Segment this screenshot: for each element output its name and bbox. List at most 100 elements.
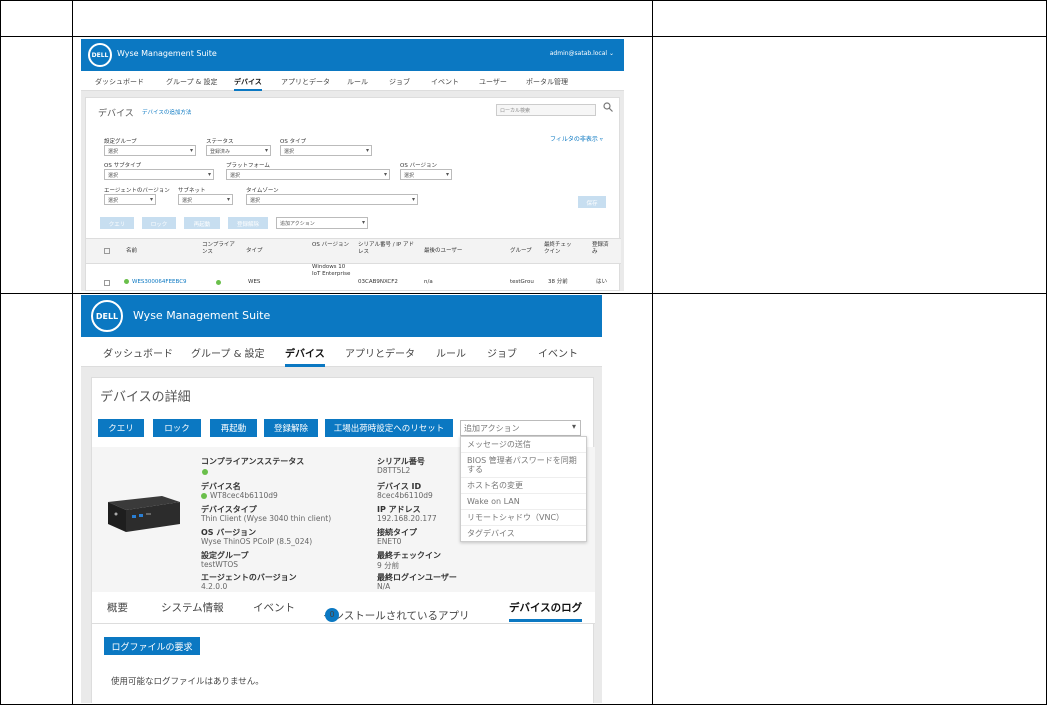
row-registered: はい xyxy=(596,279,608,285)
os-type-select[interactable]: 選択 xyxy=(280,145,372,156)
platform-select[interactable]: 選択 xyxy=(226,169,390,180)
nav-users[interactable]: ユーザー xyxy=(479,77,507,87)
table-border-row1 xyxy=(0,36,1047,37)
menu-item-send-message[interactable]: メッセージの送信 xyxy=(461,437,586,453)
row-group: testGrou xyxy=(510,279,534,285)
os-version-select[interactable]: 選択 xyxy=(400,169,452,180)
nav-events[interactable]: イベント xyxy=(538,345,578,360)
select-all-checkbox[interactable] xyxy=(104,248,110,254)
save-filter-button[interactable]: 保存 xyxy=(578,196,606,208)
nav-rules[interactable]: ルール xyxy=(436,345,466,360)
menu-item-remote-shadow[interactable]: リモートシャドウ（VNC） xyxy=(461,510,586,526)
installed-apps-count-badge: 0 xyxy=(325,608,339,622)
nav-events[interactable]: イベント xyxy=(431,77,459,87)
menu-item-change-hostname[interactable]: ホスト名の変更 xyxy=(461,478,586,494)
nav-jobs[interactable]: ジョブ xyxy=(487,345,517,360)
more-actions-select[interactable]: 追加アクション xyxy=(460,420,581,436)
col-compliance[interactable]: コンプライアンス xyxy=(202,242,236,256)
status-select[interactable]: 登録済み xyxy=(206,145,271,156)
row-os-version: Windows 10 IoT Enterprise xyxy=(312,264,351,277)
config-group-value: testWTOS xyxy=(201,560,239,569)
tab-events[interactable]: イベント xyxy=(253,600,295,615)
device-id-value: 8cec4b6110d9 xyxy=(377,491,433,500)
last-login-value: N/A xyxy=(377,582,391,591)
more-actions-select[interactable]: 追加アクション xyxy=(276,217,368,229)
agent-version-label: エージェントのバージョン xyxy=(104,188,170,194)
config-group-label: 設定グループ xyxy=(104,139,137,145)
restart-button[interactable]: 再起動 xyxy=(184,217,220,229)
restart-button[interactable]: 再起動 xyxy=(210,419,257,437)
timezone-select[interactable]: 選択 xyxy=(246,194,418,205)
row-checkbox[interactable] xyxy=(104,280,110,286)
query-button[interactable]: クエリ xyxy=(100,217,134,229)
thin-client-device-image xyxy=(108,496,180,532)
unregister-button[interactable]: 登録解除 xyxy=(264,419,318,437)
nav-dashboard[interactable]: ダッシュボード xyxy=(95,77,144,87)
col-last-user[interactable]: 最後のユーザー xyxy=(424,248,462,255)
compliance-label: コンプライアンスステータス xyxy=(201,457,305,466)
search-input[interactable]: ローカル検索 xyxy=(496,104,596,116)
main-nav: ダッシュボード グループ & 設定 デバイス アプリとデータ ルール ジョブ イ… xyxy=(81,71,624,91)
tab-device-logs[interactable]: デバイスのログ xyxy=(509,600,583,622)
detail-tabs: 概要 システム情報 イベント インストールされているアプリ 0 デバイスのログ xyxy=(92,592,595,624)
connection-value: ENET0 xyxy=(377,537,402,546)
col-type[interactable]: タイプ xyxy=(246,248,263,255)
page-title: デバイスの詳細 xyxy=(100,390,191,405)
nav-apps[interactable]: アプリとデータ xyxy=(281,77,330,87)
nav-portal-admin[interactable]: ポータル管理 xyxy=(526,77,568,87)
menu-item-wake-on-lan[interactable]: Wake on LAN xyxy=(461,494,586,510)
nav-groups[interactable]: グループ & 設定 xyxy=(166,77,218,87)
agent-version-value: 4.2.0.0 xyxy=(201,582,228,591)
row-device-name[interactable]: WES300064FEEBC9 xyxy=(124,279,187,286)
agent-version-select[interactable]: 選択 xyxy=(104,194,156,205)
col-registered[interactable]: 登録済み xyxy=(592,242,612,256)
user-menu[interactable]: admin@satab.local ⌄ xyxy=(550,50,614,57)
dell-logo: DELL xyxy=(91,300,123,332)
device-details-card: デバイスの詳細 クエリ ロック 再起動 登録解除 工場出荷時設定へのリセット 追… xyxy=(91,377,595,703)
tab-system-info[interactable]: システム情報 xyxy=(161,600,224,615)
tab-overview[interactable]: 概要 xyxy=(107,600,128,615)
menu-item-sync-bios-password[interactable]: BIOS 管理者パスワードを同期する xyxy=(461,453,586,478)
nav-apps[interactable]: アプリとデータ xyxy=(345,345,415,360)
col-name[interactable]: 名前 xyxy=(126,248,137,255)
factory-reset-button[interactable]: 工場出荷時設定へのリセット xyxy=(325,419,453,437)
nav-jobs[interactable]: ジョブ xyxy=(389,77,410,87)
devices-list-screenshot: DELL Wyse Management Suite admin@satab.l… xyxy=(81,39,624,291)
os-subtype-label: OS サブタイプ xyxy=(104,163,142,169)
dell-logo: DELL xyxy=(88,43,112,67)
serial-value: D8TT5L2 xyxy=(377,466,411,475)
app-title: Wyse Management Suite xyxy=(117,49,217,58)
lock-button[interactable]: ロック xyxy=(142,217,176,229)
lock-button[interactable]: ロック xyxy=(153,419,201,437)
col-os-version[interactable]: OS バージョン xyxy=(312,242,350,249)
unregister-button[interactable]: 登録解除 xyxy=(228,217,268,229)
top-bar: DELL Wyse Management Suite admin@satab.l… xyxy=(81,39,624,71)
col-group[interactable]: グループ xyxy=(510,248,532,255)
last-checkin-value: 9 分前 xyxy=(377,561,400,570)
nav-devices[interactable]: デバイス xyxy=(285,345,325,367)
nav-rules[interactable]: ルール xyxy=(347,77,368,87)
query-button[interactable]: クエリ xyxy=(98,419,144,437)
hide-filters-link[interactable]: フィルタの非表示 ▿ xyxy=(550,134,603,143)
nav-dashboard[interactable]: ダッシュボード xyxy=(103,345,173,360)
search-icon[interactable] xyxy=(603,102,613,112)
timezone-label: タイムゾーン xyxy=(246,188,279,194)
os-subtype-select[interactable]: 選択 xyxy=(104,169,214,180)
add-device-howto-link[interactable]: デバイスの追加方法 xyxy=(142,108,191,116)
config-group-select[interactable]: 選択 xyxy=(104,145,196,156)
nav-groups[interactable]: グループ & 設定 xyxy=(191,345,265,360)
device-name-text[interactable]: WES300064FEEBC9 xyxy=(132,279,187,285)
request-log-file-button[interactable]: ログファイルの要求 xyxy=(104,637,200,655)
row-type: WES xyxy=(248,279,261,285)
table-header xyxy=(86,238,621,264)
row-serial: 03CAB9NXCF2 xyxy=(358,279,398,285)
status-label: ステータス xyxy=(206,139,234,145)
subnet-select[interactable]: 選択 xyxy=(178,194,233,205)
menu-item-tag-device[interactable]: タグデバイス xyxy=(461,526,586,541)
nav-devices[interactable]: デバイス xyxy=(234,77,262,91)
device-type-value: Thin Client (Wyse 3040 thin client) xyxy=(201,514,332,523)
online-status-dot xyxy=(124,279,129,284)
col-last-checkin[interactable]: 最終チェックイン xyxy=(544,242,574,256)
app-title: Wyse Management Suite xyxy=(133,309,271,322)
col-serial-ip[interactable]: シリアル番号 / IP アドレス xyxy=(358,242,414,256)
